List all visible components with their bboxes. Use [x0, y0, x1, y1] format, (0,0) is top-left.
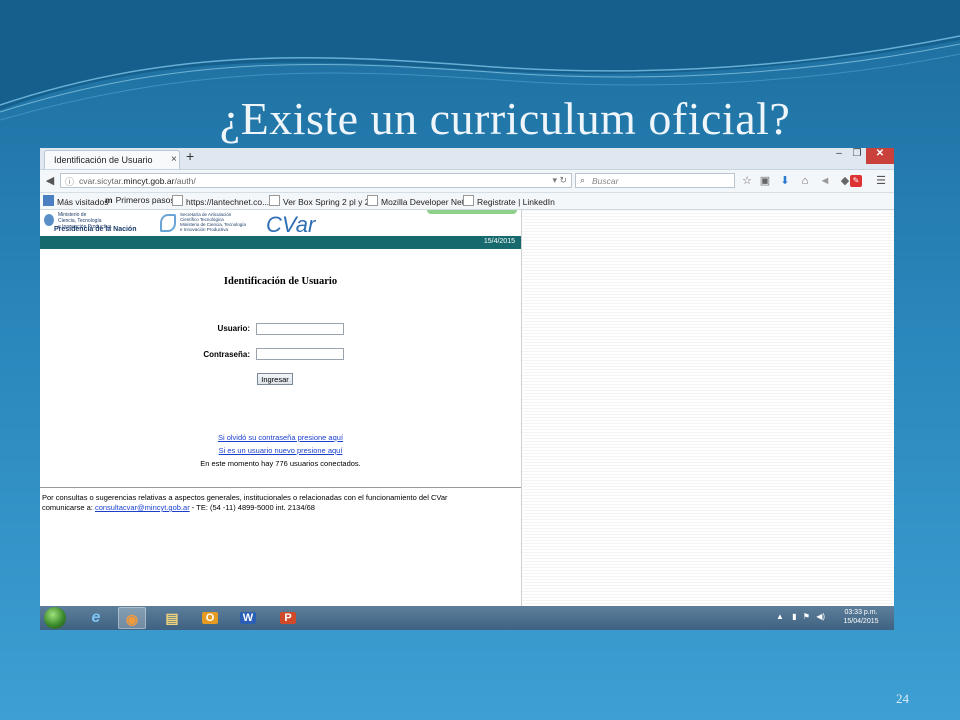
url-prefix: cvar.sicytar. [79, 176, 124, 186]
cvar-logo: CVar [266, 212, 316, 237]
page-icon [269, 195, 280, 206]
taskbar-ie-icon[interactable]: e [82, 607, 110, 629]
tab-identificacion[interactable]: Identificación de Usuario × [44, 150, 180, 169]
bookmark-label: Primeros pasos [115, 195, 175, 205]
system-tray[interactable]: ▲ ▮ ⚑ ◀) [776, 612, 825, 621]
navigation-bar: ◀ ⓘ cvar.sicytar.mincyt.gob.ar/auth/ ▾ ↻… [40, 170, 894, 193]
taskbar-clock[interactable]: 03:33 p.m. 15/04/2015 [840, 608, 882, 626]
minimize-button[interactable]: – [830, 148, 848, 164]
bookmark-ver-box[interactable]: Ver Box Spring 2 pl y 2 ... [269, 195, 379, 207]
bookmark-label: Ver Box Spring 2 pl y 2 ... [283, 197, 379, 207]
volume-icon[interactable]: ◀) [816, 612, 825, 621]
page-icon [463, 195, 474, 206]
footer-line2: comunicarse a: consultacvar@mincyt.gob.a… [42, 503, 517, 513]
action-center-icon[interactable]: ⚑ [803, 612, 810, 621]
tab-bar: Identificación de Usuario × + – ❐ ✕ [40, 148, 894, 170]
footer-line1: Por consultas o sugerencias relativas a … [42, 493, 448, 502]
network-icon[interactable]: ▮ [792, 612, 796, 621]
taskbar-powerpoint-icon[interactable]: P [274, 607, 302, 629]
green-tab [427, 210, 517, 214]
bookmark-folder-icon [43, 195, 54, 206]
footer-prefix: comunicarse a: [42, 503, 95, 512]
forgot-password-link[interactable]: Si olvidó su contraseña presione aquí [40, 433, 521, 442]
bookmark-label: Registrate | LinkedIn [477, 197, 555, 207]
form-title: Identificación de Usuario [223, 276, 338, 287]
swoosh-icon [160, 214, 176, 232]
taskbar-word-icon[interactable]: W [234, 607, 262, 629]
powerpoint-glyph: P [280, 612, 296, 624]
password-input[interactable] [256, 348, 344, 360]
send-icon[interactable]: ◄ [818, 174, 832, 188]
secretaria-line: e Innovación Productiva [180, 227, 229, 232]
url-path: /auth/ [174, 176, 196, 186]
bookmark-label: Más visitados [57, 197, 109, 207]
usuario-input[interactable] [256, 323, 344, 335]
slide-title: ¿Existe un curriculum oficial? [219, 93, 791, 144]
search-placeholder: Buscar [592, 176, 619, 186]
slide-number: 24 [896, 691, 909, 706]
argentina-emblem-icon [44, 214, 54, 226]
reading-list-icon[interactable]: ▣ [758, 174, 772, 188]
download-icon[interactable]: ⬇ [778, 174, 792, 188]
taskbar-firefox-icon[interactable]: ◉ [118, 607, 146, 629]
date-band: 15/4/2015 [40, 236, 521, 249]
password-label: Contraseña: [203, 350, 250, 359]
page-icon [172, 195, 183, 206]
new-tab-button[interactable]: + [186, 148, 194, 164]
start-button[interactable] [44, 607, 66, 629]
ie-glyph: e [91, 609, 101, 626]
maximize-button[interactable]: ❐ [848, 148, 866, 164]
footer-divider [40, 487, 521, 488]
connected-users-status: En este momento hay 776 usuarios conecta… [200, 459, 361, 468]
bookmark-mozilla-developer[interactable]: Mozilla Developer Net... [367, 195, 471, 207]
bookmark-label: https://lantechnet.co... [186, 197, 270, 207]
bookmark-star-icon[interactable]: ☆ [740, 174, 754, 188]
url-bar[interactable]: ⓘ cvar.sicytar.mincyt.gob.ar/auth/ ▾ ↻ [60, 173, 572, 188]
close-window-button[interactable]: ✕ [866, 148, 894, 164]
reload-icon[interactable]: ▾ ↻ [552, 175, 567, 186]
gov-logo: Ministerio de Ciencia, Tecnología e Inno… [42, 211, 142, 235]
tab-title: Identificación de Usuario [54, 155, 153, 165]
secretaria-logo: Secretaría de Articulación Científico Te… [160, 212, 250, 234]
empty-page-area [521, 210, 894, 607]
footer-phone: - TE: (54 -11) 4899-5000 int. 2134/68 [189, 503, 315, 512]
bookmark-mas-visitados[interactable]: Más visitados [43, 195, 109, 207]
outlook-glyph: O [201, 612, 219, 624]
ingresar-button[interactable]: Ingresar [257, 373, 293, 385]
cvar-header: Ministerio de Ciencia, Tecnología e Inno… [40, 210, 521, 237]
bookmarks-toolbar: Más visitados m Primeros pasos https://la… [40, 193, 894, 210]
usuario-label: Usuario: [217, 324, 250, 333]
windows-taskbar: e ◉ ▤ O W P ▲ ▮ ⚑ ◀) 03:33 p.m. 15/04/20… [40, 606, 894, 630]
site-info-icon[interactable]: ⓘ [65, 175, 74, 188]
tray-arrow-icon[interactable]: ▲ [776, 612, 784, 621]
back-arrow-icon[interactable]: ◀ [43, 174, 57, 188]
footer-email-link[interactable]: consultacvar@mincyt.gob.ar [95, 503, 190, 512]
search-input[interactable]: ⌕ Buscar [575, 173, 735, 188]
bookmark-label: Mozilla Developer Net... [381, 197, 472, 207]
word-glyph: W [239, 612, 257, 624]
footer-contact: Por consultas o sugerencias relativas a … [42, 493, 517, 513]
search-icon: ⌕ [580, 175, 586, 185]
bookmark-lantechnet[interactable]: https://lantechnet.co... [172, 195, 269, 207]
firefox-glyph: ◉ [125, 611, 139, 627]
gov-logo-main: Presidencia de la Nación [54, 226, 137, 233]
taskbar-explorer-icon[interactable]: ▤ [158, 607, 186, 629]
menu-icon[interactable]: ☰ [874, 174, 888, 188]
taskbar-outlook-icon[interactable]: O [196, 607, 224, 629]
explorer-glyph: ▤ [165, 610, 179, 626]
url-host: mincyt.gob.ar [123, 176, 175, 186]
new-user-link[interactable]: Si es un usuario nuevo presione aquí [40, 446, 521, 455]
tab-close-icon[interactable]: × [171, 154, 177, 165]
bookmark-primeros-pasos[interactable]: m Primeros pasos [105, 195, 175, 205]
clock-date: 15/04/2015 [843, 618, 879, 625]
mozilla-m-icon: m [105, 195, 113, 205]
bookmark-linkedin[interactable]: Registrate | LinkedIn [463, 195, 555, 207]
page-icon [367, 195, 378, 206]
home-icon[interactable]: ⌂ [798, 174, 812, 188]
addon-icon[interactable]: ✎ [850, 175, 862, 187]
clock-time: 03:33 p.m. [844, 609, 878, 616]
page-date: 15/4/2015 [483, 238, 515, 245]
login-page: Ministerio de Ciencia, Tecnología e Inno… [40, 210, 521, 607]
browser-screenshot: Identificación de Usuario × + – ❐ ✕ ◀ ⓘ … [40, 148, 894, 630]
